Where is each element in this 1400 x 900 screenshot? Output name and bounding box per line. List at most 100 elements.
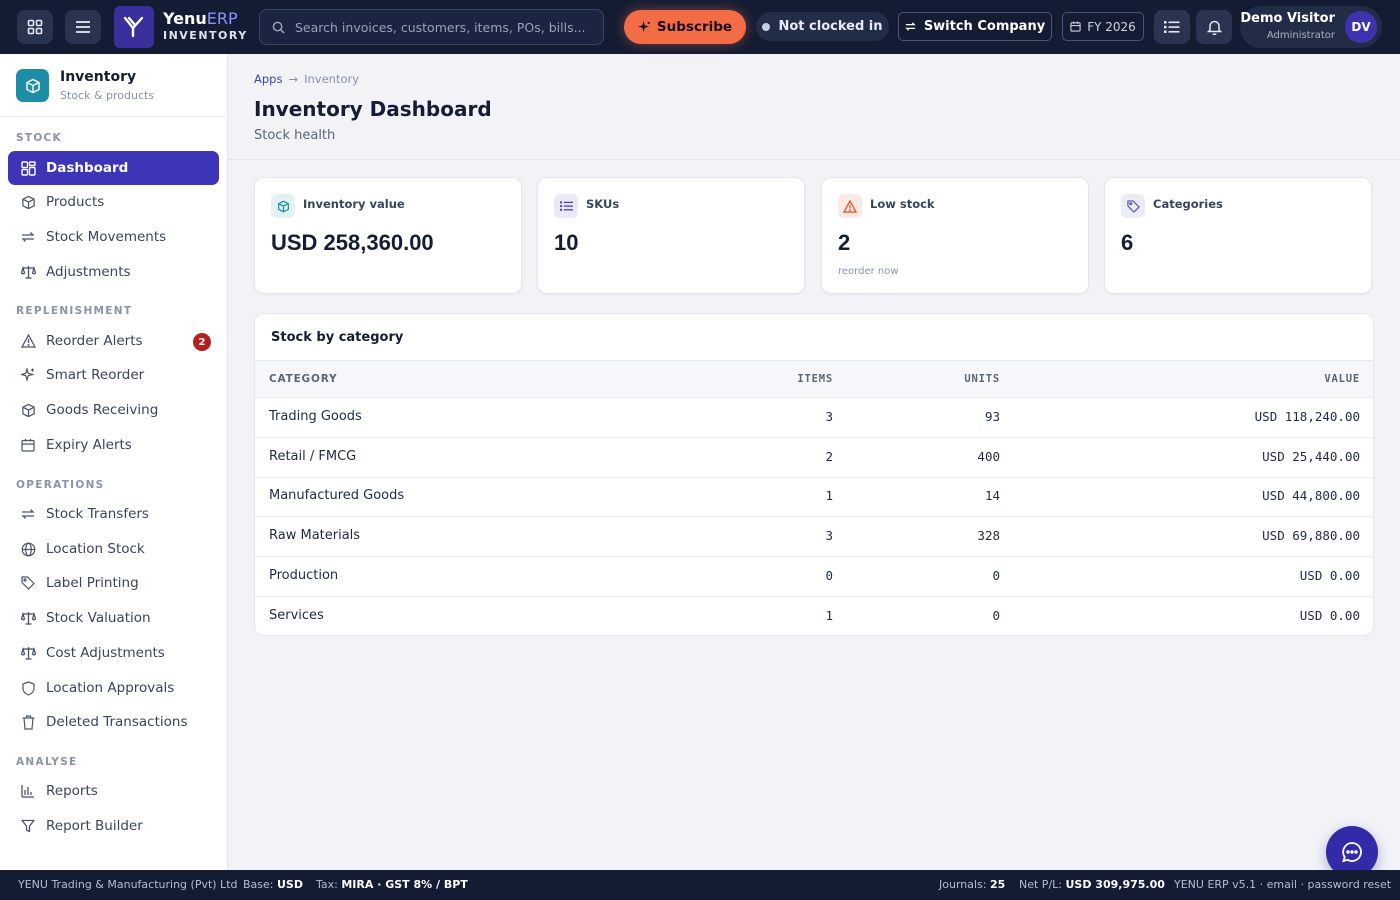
sidebar-item-label-printing[interactable]: Label Printing — [8, 566, 219, 600]
column-header-items[interactable]: ITEMS — [797, 373, 833, 385]
kpi-label: SKUs — [586, 197, 620, 211]
cell-items: 1 — [825, 608, 833, 623]
cell-category: Trading Goods — [269, 409, 362, 424]
kpi-value: 10 — [554, 230, 579, 255]
table-row[interactable]: Retail / FMCG 2 400 USD 25,440.00 — [255, 438, 1373, 478]
kpi-value: USD 258,360.00 — [271, 230, 434, 255]
notifications-button[interactable] — [1196, 10, 1232, 44]
brand-module: INVENTORY — [163, 29, 248, 42]
kpi-label: Categories — [1153, 197, 1223, 211]
shield-icon — [20, 680, 36, 696]
sidebar-item-adjustments[interactable]: Adjustments — [8, 255, 219, 289]
reorder-count-badge: 2 — [193, 333, 211, 351]
sidebar-item-goods-receiving[interactable]: Goods Receiving — [8, 393, 219, 427]
sidebar-item-products[interactable]: Products — [8, 185, 219, 219]
kpi-card-inventory-value[interactable]: Inventory value USD 258,360.00 — [254, 177, 522, 294]
status-footer: YENU Trading & Manufacturing (Pvt) Ltd B… — [0, 870, 1400, 900]
sidebar-item-cost-adjustments[interactable]: Cost Adjustments — [8, 636, 219, 670]
search-input[interactable] — [295, 19, 585, 35]
warning-icon — [838, 194, 862, 218]
footer-tax: Tax: MIRA · GST 8% / BPT — [316, 878, 468, 891]
globe-icon — [20, 541, 36, 557]
box-icon — [20, 402, 36, 418]
footer-company: YENU Trading & Manufacturing (Pvt) Ltd — [18, 878, 238, 891]
table-row[interactable]: Raw Materials 3 328 USD 69,880.00 — [255, 517, 1373, 557]
global-search[interactable] — [259, 9, 604, 45]
cell-units: 0 — [992, 608, 1000, 623]
sidebar-item-reorder-alerts[interactable]: Reorder Alerts 2 — [8, 324, 219, 358]
footer-base-currency: Base: USD — [243, 878, 303, 891]
chat-icon — [1342, 842, 1362, 863]
menu-toggle-button[interactable] — [65, 10, 101, 44]
tag-icon — [20, 575, 36, 591]
kpi-label: Low stock — [870, 197, 935, 211]
sidebar-item-stock-valuation[interactable]: Stock Valuation — [8, 601, 219, 635]
tag-icon — [1121, 194, 1145, 218]
clock-status-button[interactable]: Not clocked in — [756, 12, 889, 41]
column-header-units[interactable]: UNITS — [964, 373, 1000, 385]
subscribe-button[interactable]: Subscribe — [624, 10, 746, 44]
cell-category: Production — [269, 568, 339, 583]
cell-category: Manufactured Goods — [269, 488, 405, 503]
brand-logo-icon — [123, 16, 144, 38]
sidebar-item-location-stock[interactable]: Location Stock — [8, 532, 219, 566]
header-divider — [228, 159, 1400, 160]
sidebar-item-stock-transfers[interactable]: Stock Transfers — [8, 497, 219, 531]
cell-value: USD 25,440.00 — [1262, 449, 1360, 464]
sidebar-item-deleted-transactions[interactable]: Deleted Transactions — [8, 705, 219, 739]
scale-icon — [20, 264, 36, 280]
brand-name: YenuERP — [163, 9, 238, 28]
sidebar-item-smart-reorder[interactable]: Smart Reorder — [8, 358, 219, 392]
user-menu[interactable]: Demo Visitor Administrator DV — [1240, 6, 1382, 48]
footer-version[interactable]: YENU ERP v5.1 · email · password reset — [1174, 878, 1391, 891]
table-row[interactable]: Services 1 0 USD 0.00 — [255, 597, 1373, 635]
footer-journals: Journals: 25 — [939, 878, 1006, 891]
swap-icon — [20, 229, 36, 245]
section-replenishment: REPLENISHMENT — [16, 305, 133, 317]
cell-units: 400 — [977, 449, 1000, 464]
table-row[interactable]: Trading Goods 3 93 USD 118,240.00 — [255, 398, 1373, 438]
user-role: Administrator — [1266, 30, 1335, 41]
column-header-category[interactable]: CATEGORY — [269, 373, 337, 385]
kpi-card-low-stock[interactable]: Low stock 2 reorder now — [821, 177, 1089, 294]
brand-logo[interactable] — [114, 6, 154, 48]
section-operations: OPERATIONS — [16, 479, 105, 491]
module-title: Inventory — [60, 69, 137, 85]
kpi-card-skus[interactable]: SKUs 10 — [537, 177, 805, 294]
footer-net-pl: Net P/L: USD 309,975.00 — [1019, 878, 1165, 891]
sidebar-item-location-approvals[interactable]: Location Approvals — [8, 671, 219, 705]
kpi-card-categories[interactable]: Categories 6 — [1104, 177, 1372, 294]
apps-grid-icon — [27, 19, 43, 35]
sidebar-item-expiry-alerts[interactable]: Expiry Alerts — [8, 428, 219, 462]
kpi-note: reorder now — [838, 266, 899, 277]
switch-company-button[interactable]: Switch Company — [898, 12, 1052, 41]
sidebar-item-stock-movements[interactable]: Stock Movements — [8, 220, 219, 254]
fiscal-year-button[interactable]: FY 2026 — [1062, 12, 1144, 41]
swap-icon — [905, 22, 916, 31]
sidebar-item-report-builder[interactable]: Report Builder — [8, 809, 219, 843]
status-dot — [762, 22, 771, 31]
breadcrumb-separator: → — [288, 72, 299, 86]
sparkle-icon — [637, 20, 650, 32]
section-stock: STOCK — [16, 132, 62, 144]
task-list-button[interactable] — [1154, 10, 1190, 44]
sidebar-item-reports[interactable]: Reports — [8, 774, 219, 808]
cell-value: USD 44,800.00 — [1262, 488, 1360, 503]
cell-value: USD 0.00 — [1299, 608, 1360, 623]
table-row[interactable]: Manufactured Goods 1 14 USD 44,800.00 — [255, 477, 1373, 517]
calendar-icon — [1070, 21, 1081, 32]
module-subtitle: Stock & products — [60, 89, 155, 102]
page-subtitle: Stock health — [254, 128, 336, 143]
sidebar-item-dashboard[interactable]: Dashboard — [8, 151, 219, 185]
swap-icon — [20, 506, 36, 522]
hamburger-icon — [76, 21, 90, 33]
kpi-value: 2 — [838, 230, 851, 255]
box-icon — [20, 194, 36, 210]
section-analyse: ANALYSE — [16, 756, 78, 768]
cell-items: 0 — [825, 568, 833, 583]
column-header-value[interactable]: VALUE — [1324, 373, 1360, 385]
table-row[interactable]: Production 0 0 USD 0.00 — [255, 557, 1373, 597]
apps-grid-button[interactable] — [17, 10, 53, 44]
breadcrumb-apps-link[interactable]: Apps — [254, 72, 282, 86]
cell-value: USD 69,880.00 — [1262, 528, 1360, 543]
